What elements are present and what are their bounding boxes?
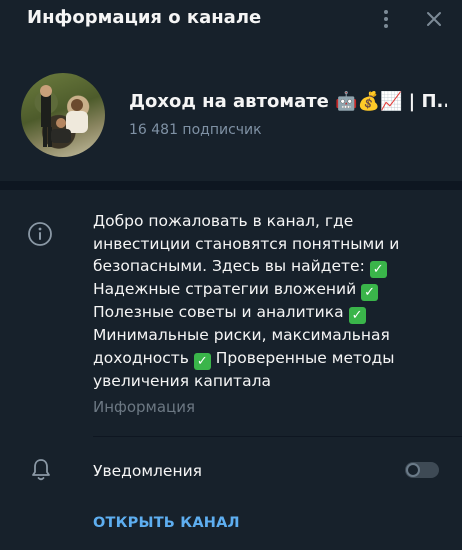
bell-icon bbox=[32, 459, 50, 481]
description-line: Добро пожаловать в канал, где bbox=[93, 212, 354, 230]
row-divider bbox=[93, 436, 462, 437]
notifications-label: Уведомления bbox=[93, 462, 202, 480]
dialog-header: Информация о канале bbox=[0, 0, 462, 40]
section-separator bbox=[0, 181, 462, 190]
subscriber-count: 16 481 подписчик bbox=[129, 122, 262, 138]
check-mark-icon: ✓ bbox=[348, 307, 366, 324]
dialog-title: Информация о канале bbox=[27, 7, 262, 28]
open-channel-button[interactable]: ОТКРЫТЬ КАНАЛ bbox=[93, 515, 240, 531]
channel-avatar[interactable] bbox=[21, 73, 105, 157]
description-line: увеличения капитала bbox=[93, 371, 271, 390]
check-mark-icon: ✓ bbox=[361, 284, 379, 301]
description-line: Проверенные методы bbox=[215, 348, 395, 367]
description-line: Минимальные риски, максимальная bbox=[93, 326, 390, 344]
check-mark-icon: ✓ bbox=[369, 261, 387, 278]
toggle-knob bbox=[406, 463, 420, 477]
channel-profile: Доход на автомате 🤖💰📈 | П... 16 481 подп… bbox=[0, 70, 462, 160]
description-line: безопасными. Здесь вы найдете: bbox=[93, 257, 365, 275]
notifications-toggle[interactable] bbox=[405, 462, 439, 478]
more-options-icon[interactable] bbox=[374, 6, 398, 32]
description-line: инвестиции становятся понятными и bbox=[93, 234, 400, 253]
description-line: доходность bbox=[93, 348, 189, 367]
check-mark-icon: ✓ bbox=[193, 352, 211, 370]
close-icon[interactable] bbox=[423, 8, 445, 30]
channel-description: Добро пожаловать в канал, где инвестиции… bbox=[93, 210, 423, 392]
info-icon bbox=[28, 222, 52, 246]
description-caption: Информация bbox=[93, 398, 196, 416]
channel-name: Доход на автомате 🤖💰📈 | П... bbox=[129, 91, 447, 112]
description-line: Надежные стратегии вложений bbox=[93, 280, 357, 298]
description-line: Полезные советы и аналитика bbox=[93, 303, 344, 321]
